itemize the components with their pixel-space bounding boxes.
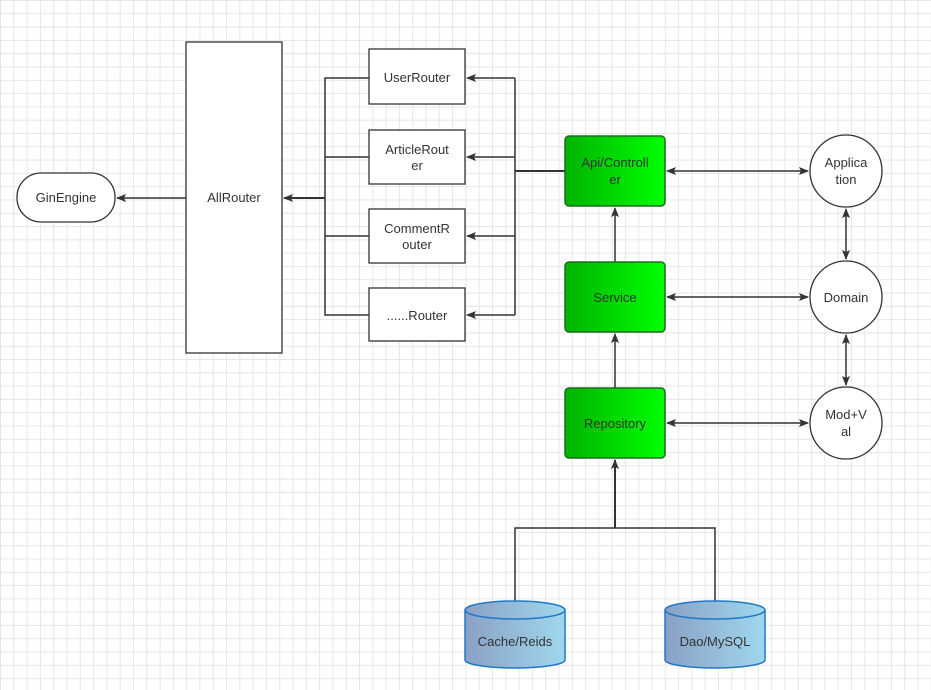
- cache-label: Cache/Reids: [478, 634, 553, 649]
- comment-router-label-1: CommentR: [384, 221, 450, 236]
- other-router-label: ......Router: [387, 308, 448, 323]
- mod-val-node[interactable]: Mod+V al: [809, 386, 883, 460]
- api-controller-label-2: er: [609, 172, 621, 187]
- application-label-1: Applica: [825, 155, 868, 170]
- dao-label: Dao/MySQL: [680, 634, 751, 649]
- diagram-canvas: GinEngine AllRouter UserRouter ArticleRo…: [0, 0, 931, 690]
- db-bus: [514, 527, 716, 604]
- comment-router-node[interactable]: CommentR outer: [368, 208, 466, 264]
- cache-database-node[interactable]: Cache/Reids: [464, 600, 566, 669]
- all-router-node[interactable]: AllRouter: [185, 41, 283, 354]
- api-controller-node[interactable]: Api/Controll er: [564, 135, 666, 207]
- domain-node[interactable]: Domain: [809, 260, 883, 334]
- application-node[interactable]: Applica tion: [809, 134, 883, 208]
- architecture-diagram: GinEngine AllRouter UserRouter ArticleRo…: [16, 41, 883, 669]
- mod-val-label-2: al: [841, 424, 851, 439]
- gin-engine-label: GinEngine: [36, 190, 97, 205]
- dao-database-node[interactable]: Dao/MySQL: [664, 600, 766, 669]
- article-router-label-1: ArticleRout: [385, 142, 449, 157]
- domain-label: Domain: [824, 290, 869, 305]
- repository-label: Repository: [584, 416, 647, 431]
- repository-node[interactable]: Repository: [564, 387, 666, 459]
- all-router-label: AllRouter: [207, 190, 261, 205]
- comment-router-label-2: outer: [402, 237, 432, 252]
- user-router-node[interactable]: UserRouter: [368, 48, 466, 105]
- api-controller-label-1: Api/Controll: [581, 155, 648, 170]
- other-router-node[interactable]: ......Router: [368, 287, 466, 342]
- router-left-bus: [324, 77, 369, 316]
- article-router-node[interactable]: ArticleRout er: [368, 129, 466, 185]
- application-label-2: tion: [836, 172, 857, 187]
- article-router-label-2: er: [411, 158, 423, 173]
- service-node[interactable]: Service: [564, 261, 666, 333]
- gin-engine-node[interactable]: GinEngine: [16, 172, 116, 223]
- user-router-label: UserRouter: [384, 70, 451, 85]
- service-label: Service: [593, 290, 636, 305]
- mod-val-label-1: Mod+V: [825, 407, 867, 422]
